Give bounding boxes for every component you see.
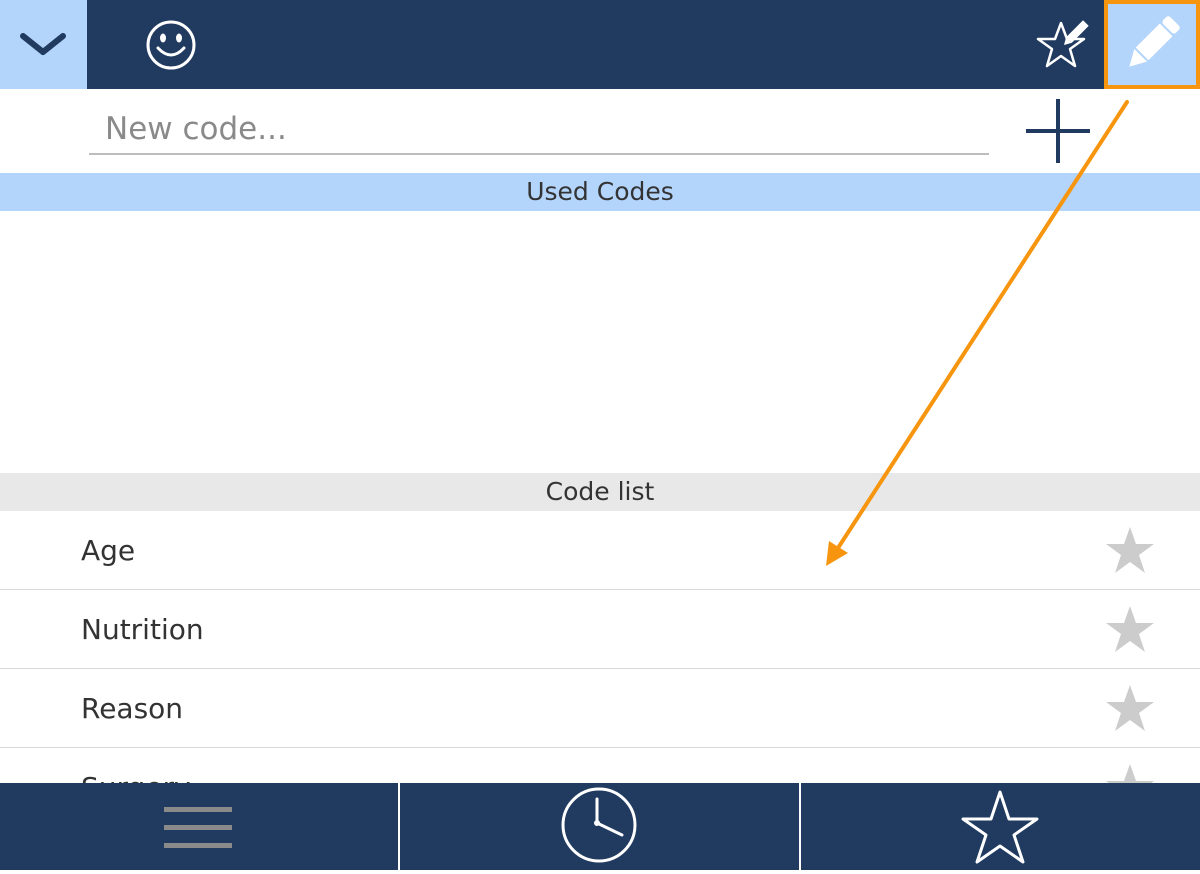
history-button[interactable] xyxy=(400,783,799,870)
star-icon[interactable] xyxy=(1104,604,1156,654)
menu-button[interactable] xyxy=(0,783,398,870)
pencil-icon xyxy=(1129,16,1180,67)
used-codes-list xyxy=(0,211,1200,473)
bottom-nav-bar xyxy=(0,783,1200,870)
chevron-down-icon xyxy=(20,33,66,55)
smiley-button[interactable] xyxy=(140,16,202,74)
used-codes-header: Used Codes xyxy=(0,173,1200,211)
favorites-button[interactable] xyxy=(801,783,1200,870)
star-pencil-icon xyxy=(1036,20,1089,68)
code-list-item[interactable]: Nutrition xyxy=(0,590,1200,669)
code-label: Reason xyxy=(81,692,184,725)
favorite-edit-button[interactable] xyxy=(1030,15,1096,75)
new-code-input[interactable] xyxy=(89,105,989,155)
top-toolbar xyxy=(0,0,1200,89)
star-icon xyxy=(961,790,1039,864)
code-list-header: Code list xyxy=(0,473,1200,511)
smiley-icon xyxy=(146,20,196,70)
code-label: Nutrition xyxy=(81,613,204,646)
star-icon[interactable] xyxy=(1104,683,1156,733)
edit-button[interactable] xyxy=(1104,0,1200,89)
menu-icon xyxy=(164,807,232,848)
plus-icon xyxy=(1026,99,1090,163)
code-list-item[interactable]: Reason xyxy=(0,669,1200,748)
code-label: Age xyxy=(81,534,136,567)
add-code-button[interactable] xyxy=(1022,96,1094,166)
star-icon[interactable] xyxy=(1104,525,1156,575)
collapse-button[interactable] xyxy=(0,0,87,89)
code-list-item[interactable]: Age xyxy=(0,511,1200,590)
clock-icon xyxy=(561,787,637,863)
